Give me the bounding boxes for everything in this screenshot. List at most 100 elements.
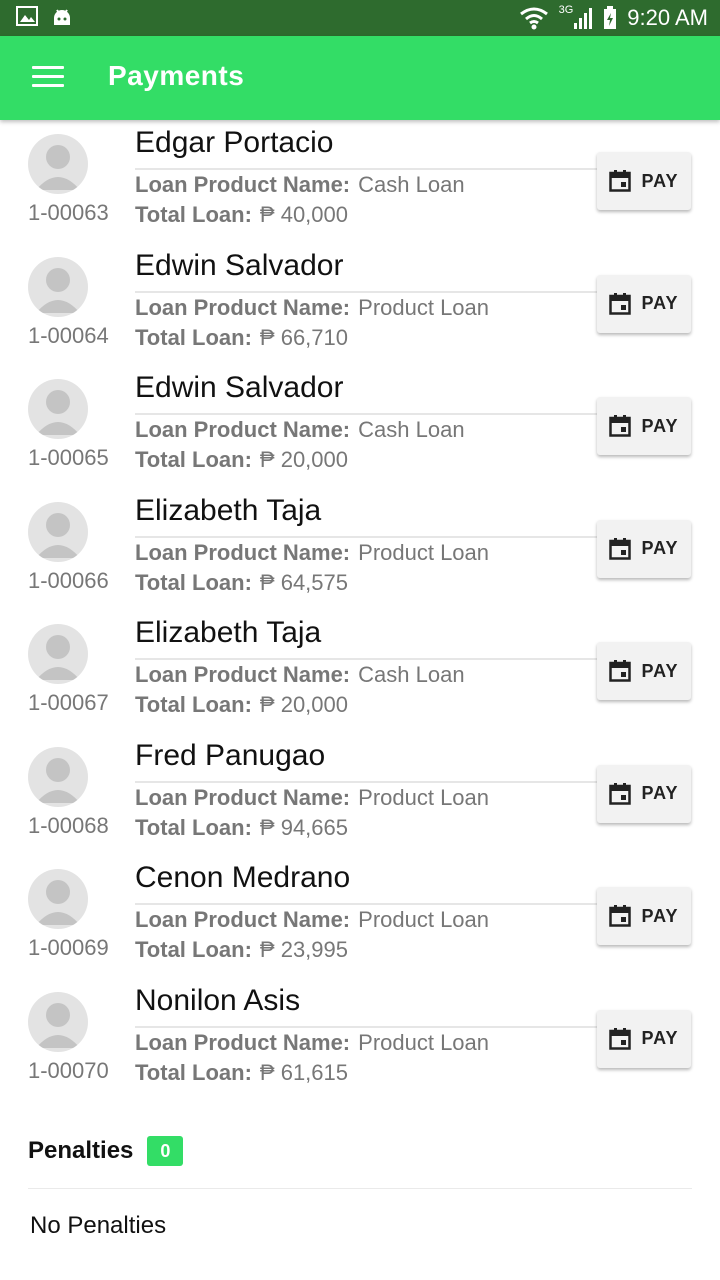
- total-loan-label: Total Loan:: [135, 324, 252, 350]
- loan-product-value: Product Loan: [358, 294, 490, 320]
- loan-product-value: Cash Loan: [358, 172, 465, 197]
- calendar-icon: [609, 292, 632, 315]
- menu-icon[interactable]: [32, 66, 64, 90]
- loan-row: 1-00064 Edwin Salvador Loan Product Name…: [0, 245, 720, 368]
- loan-product-line: Loan Product Name: Product Loan: [135, 785, 489, 811]
- loan-product-line: Loan Product Name: Product Loan: [135, 540, 489, 566]
- row-divider: [135, 168, 597, 170]
- loan-product-label: Loan Product Name:: [135, 784, 351, 810]
- loan-product-value: Cash Loan: [358, 417, 465, 442]
- pay-button[interactable]: PAY: [597, 887, 691, 945]
- account-id: 1-00063: [28, 200, 109, 225]
- pay-label: PAY: [641, 170, 679, 191]
- borrower-name: Elizabeth Taja: [135, 616, 322, 649]
- borrower-name: Cenon Medrano: [135, 861, 351, 894]
- person-icon: [28, 134, 88, 194]
- loan-product-label: Loan Product Name:: [135, 907, 351, 932]
- total-loan-line: Total Loan: ₱ 20,000: [135, 692, 348, 718]
- clock: 9:20 AM: [627, 5, 708, 30]
- total-loan-line: Total Loan: ₱ 66,710: [135, 325, 348, 351]
- signal-icon: [574, 8, 593, 29]
- total-loan-label: Total Loan:: [135, 447, 252, 472]
- row-divider: [135, 413, 597, 415]
- pay-label: PAY: [641, 783, 679, 803]
- total-loan-label: Total Loan:: [135, 937, 252, 962]
- no-penalties-text: No Penalties: [30, 1212, 167, 1239]
- total-loan-label: Total Loan:: [135, 814, 252, 840]
- pay-button[interactable]: PAY: [597, 1009, 691, 1068]
- loan-product-value: Cash Loan: [358, 662, 465, 687]
- total-loan-value: ₱ 40,000: [259, 202, 348, 227]
- person-icon: [28, 991, 88, 1052]
- loan-row: 1-00070 Nonilon Asis Loan Product Name: P…: [0, 980, 720, 1103]
- loan-product-label: Loan Product Name:: [135, 662, 351, 687]
- status-right: 3G 9:20 AM: [519, 0, 708, 36]
- total-loan-value: ₱ 23,995: [259, 937, 348, 962]
- pay-label: PAY: [641, 538, 679, 558]
- loan-row: 1-00063 Edgar Portacio Loan Product Name…: [0, 122, 720, 245]
- penalties-count-badge: 0: [147, 1136, 184, 1166]
- loan-product-value: Product Loan: [358, 1029, 490, 1055]
- borrower-name: Edwin Salvador: [135, 248, 344, 282]
- total-loan-value: ₱ 61,615: [259, 1059, 348, 1085]
- loan-list: 1-00063 Edgar Portacio Loan Product Name…: [0, 122, 720, 1102]
- status-bar: 3G 9:20 AM: [0, 0, 720, 36]
- loan-row: 1-00069 Cenon Medrano Loan Product Name:…: [0, 857, 720, 980]
- pay-button[interactable]: PAY: [597, 152, 691, 210]
- app-bar: Payments: [0, 36, 720, 120]
- calendar-icon: [609, 1027, 632, 1050]
- pay-button[interactable]: PAY: [597, 642, 691, 700]
- account-id: 1-00069: [28, 935, 109, 960]
- account-id: 1-00068: [28, 812, 109, 838]
- loan-row: 1-00068 Fred Panugao Loan Product Name: P…: [0, 735, 720, 858]
- pay-label: PAY: [641, 905, 679, 926]
- row-divider: [135, 903, 597, 905]
- total-loan-label: Total Loan:: [135, 692, 252, 717]
- total-loan-line: Total Loan: ₱ 61,615: [135, 1060, 348, 1086]
- calendar-icon: [609, 905, 632, 927]
- status-left-icons: [16, 6, 72, 26]
- pay-button[interactable]: PAY: [597, 764, 691, 823]
- account-id: 1-00066: [28, 567, 109, 593]
- calendar-icon: [609, 782, 632, 805]
- loan-product-line: Loan Product Name: Cash Loan: [135, 417, 465, 443]
- row-divider: [135, 658, 597, 660]
- loan-product-label: Loan Product Name:: [135, 294, 351, 320]
- wifi-icon: [519, 7, 548, 30]
- pay-label: PAY: [641, 660, 679, 681]
- penalties-title: Penalties: [28, 1137, 134, 1164]
- calendar-icon: [609, 415, 632, 437]
- loan-product-line: Loan Product Name: Product Loan: [135, 1030, 489, 1056]
- network-type: 3G: [558, 4, 574, 16]
- calendar-icon: [609, 170, 632, 192]
- total-loan-value: ₱ 94,665: [259, 814, 348, 840]
- borrower-name: Edgar Portacio: [135, 126, 334, 159]
- total-loan-line: Total Loan: ₱ 23,995: [135, 937, 348, 963]
- total-loan-value: ₱ 20,000: [259, 447, 348, 472]
- total-loan-value: ₱ 66,710: [259, 324, 348, 350]
- pay-label: PAY: [641, 293, 679, 313]
- pay-button[interactable]: PAY: [597, 274, 691, 333]
- loan-product-label: Loan Product Name:: [135, 1029, 351, 1055]
- loan-product-line: Loan Product Name: Product Loan: [135, 907, 489, 933]
- calendar-icon: [609, 537, 632, 560]
- loan-product-label: Loan Product Name:: [135, 417, 351, 442]
- person-icon: [28, 501, 88, 562]
- total-loan-label: Total Loan:: [135, 202, 252, 227]
- person-icon: [28, 746, 88, 807]
- pay-label: PAY: [641, 1028, 679, 1048]
- person-icon: [28, 869, 88, 929]
- pay-button[interactable]: PAY: [597, 519, 691, 578]
- loan-product-label: Loan Product Name:: [135, 172, 351, 197]
- loan-product-line: Loan Product Name: Cash Loan: [135, 172, 465, 198]
- penalties-divider: [28, 1188, 692, 1189]
- pay-button[interactable]: PAY: [597, 397, 691, 455]
- total-loan-value: ₱ 20,000: [259, 692, 348, 717]
- android-icon: [54, 9, 70, 25]
- gallery-icon: [16, 6, 38, 26]
- loan-product-line: Loan Product Name: Cash Loan: [135, 662, 465, 688]
- total-loan-value: ₱ 64,575: [259, 569, 348, 595]
- row-divider: [135, 1025, 597, 1028]
- loan-row: 1-00066 Elizabeth Taja Loan Product Name…: [0, 490, 720, 613]
- total-loan-line: Total Loan: ₱ 20,000: [135, 447, 348, 473]
